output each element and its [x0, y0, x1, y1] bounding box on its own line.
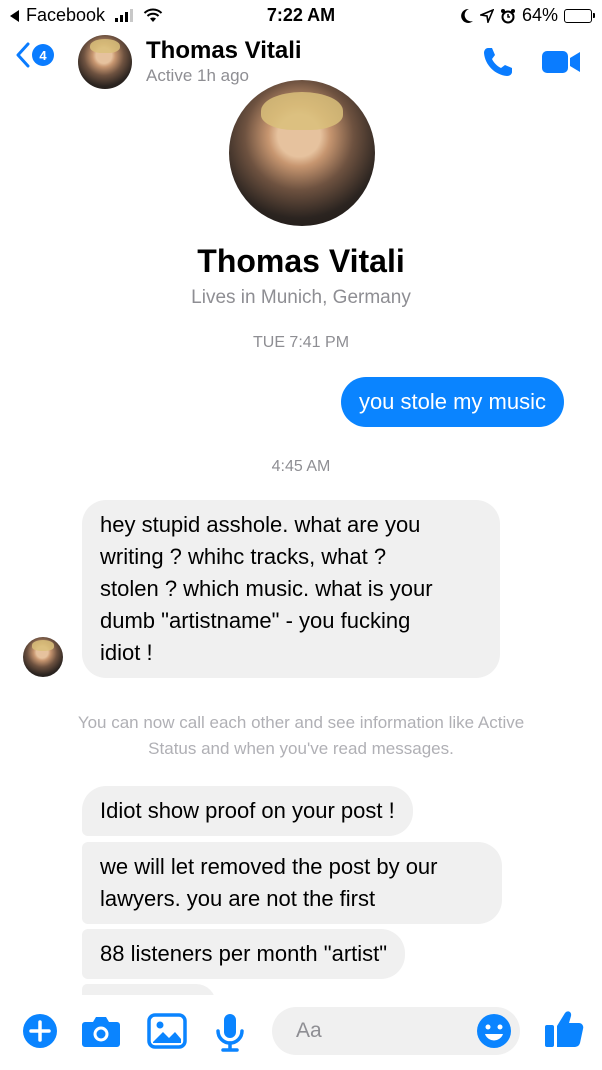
video-call-icon[interactable]	[540, 46, 582, 78]
profile-avatar[interactable]	[229, 80, 375, 226]
status-icons: 64%	[460, 5, 595, 26]
outgoing-message[interactable]: you stole my music	[340, 377, 564, 427]
info-notice: You can now call each other and see info…	[30, 710, 572, 762]
status-bar: Facebook 7:22 AM 64%	[0, 0, 602, 32]
unread-count-badge: 4	[32, 44, 54, 66]
location-icon	[479, 8, 494, 23]
microphone-icon[interactable]	[214, 1013, 246, 1053]
message-composer: Aa	[0, 995, 602, 1070]
message-placeholder: Aa	[296, 1019, 322, 1042]
incoming-message[interactable]: we will let removed the post by our lawy…	[82, 842, 502, 924]
camera-icon[interactable]	[81, 1013, 121, 1049]
incoming-message[interactable]: 88 listeners per month "artist"	[82, 929, 406, 979]
active-status: Active 1h ago	[146, 66, 250, 85]
message-line: hey stupid asshole. what are you	[100, 512, 421, 537]
message-line: lawyers. you are not the first	[100, 886, 376, 911]
emoji-icon[interactable]	[476, 1013, 512, 1049]
incoming-message[interactable]: Idiot show proof on your post !	[82, 786, 413, 836]
message-input[interactable]: Aa	[272, 1007, 520, 1055]
sender-avatar[interactable]	[23, 637, 63, 677]
image-icon[interactable]	[147, 1013, 187, 1049]
contact-avatar[interactable]	[78, 35, 132, 89]
contact-name[interactable]: Thomas Vitali	[146, 37, 302, 65]
message-line: idiot !	[100, 640, 153, 665]
back-button[interactable]: 4	[16, 42, 54, 68]
alarm-icon	[500, 8, 515, 23]
moon-icon	[461, 8, 473, 23]
plus-icon[interactable]	[22, 1013, 58, 1049]
battery-percent: 64%	[521, 5, 558, 25]
incoming-message[interactable]: hey stupid asshole. what are you writing…	[82, 500, 500, 678]
battery-icon	[564, 8, 595, 23]
chevron-left-icon	[16, 42, 30, 68]
timestamp: TUE 7:41 PM	[252, 334, 350, 351]
message-line: writing ? whihc tracks, what ?	[100, 544, 387, 569]
message-line: dumb "artistname" - you fucking	[100, 608, 411, 633]
profile-name: Thomas Vitali	[197, 243, 405, 279]
thumbs-up-icon[interactable]	[543, 1008, 585, 1050]
info-line: You can now call each other and see info…	[77, 713, 525, 732]
message-line: stolen ? which music. what is your	[100, 576, 433, 601]
timestamp: 4:45 AM	[271, 458, 331, 475]
message-line: we will let removed the post by our	[100, 854, 438, 879]
profile-location: Lives in Munich, Germany	[191, 287, 411, 308]
info-line: Status and when you've read messages.	[148, 739, 454, 758]
phone-call-icon[interactable]	[480, 44, 516, 80]
